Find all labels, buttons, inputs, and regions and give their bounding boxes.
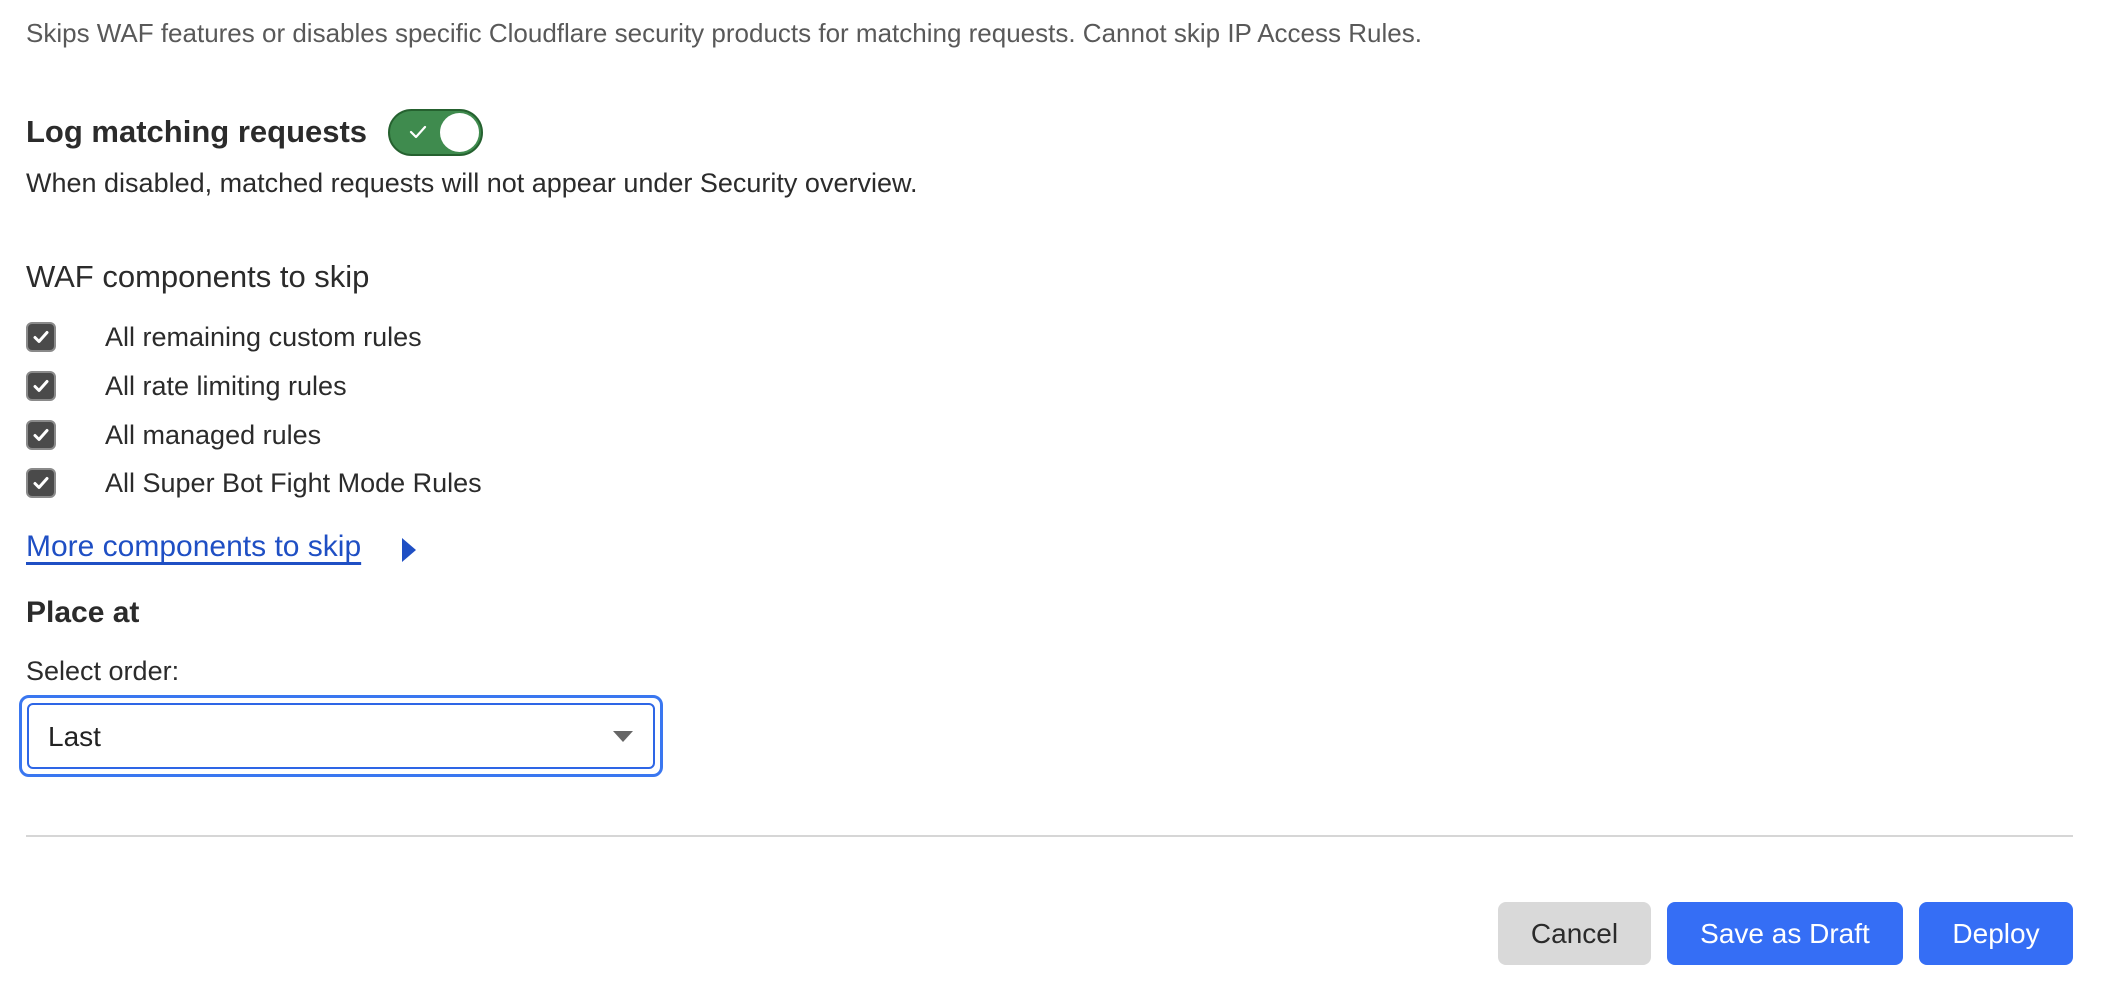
waf-item-super-bot-fight[interactable]: All Super Bot Fight Mode Rules [26, 466, 482, 500]
checkbox-label: All rate limiting rules [105, 370, 347, 401]
waf-item-managed-rules[interactable]: All managed rules [26, 418, 321, 452]
cancel-button[interactable]: Cancel [1498, 902, 1651, 965]
log-matching-toggle[interactable] [388, 109, 483, 156]
place-at-title: Place at [26, 596, 140, 629]
chevron-down-icon [613, 731, 633, 742]
checkbox[interactable] [26, 371, 56, 401]
check-icon [33, 331, 49, 343]
caret-right-icon[interactable] [401, 537, 417, 563]
order-select-value: Last [48, 721, 101, 752]
checkbox[interactable] [26, 322, 56, 352]
checkbox-label: All remaining custom rules [105, 321, 422, 352]
order-select[interactable]: Last [27, 703, 655, 769]
waf-components-title: WAF components to skip [26, 259, 370, 294]
checkbox[interactable] [26, 420, 56, 450]
check-icon [33, 429, 49, 441]
checkbox[interactable] [26, 468, 56, 498]
waf-item-custom-rules[interactable]: All remaining custom rules [26, 320, 422, 354]
toggle-knob [440, 113, 479, 152]
deploy-button[interactable]: Deploy [1919, 902, 2073, 965]
check-icon [33, 477, 49, 489]
checkbox-label: All Super Bot Fight Mode Rules [105, 467, 482, 498]
divider [26, 835, 2073, 837]
check-icon [33, 380, 49, 392]
action-description: Skips WAF features or disables specific … [26, 18, 1422, 48]
save-as-draft-button[interactable]: Save as Draft [1667, 902, 1903, 965]
checkbox-label: All managed rules [105, 419, 322, 450]
check-icon [409, 125, 427, 139]
log-matching-title: Log matching requests [26, 114, 368, 149]
more-components-link[interactable]: More components to skip [26, 530, 361, 564]
log-matching-help: When disabled, matched requests will not… [26, 168, 918, 198]
waf-item-rate-limiting[interactable]: All rate limiting rules [26, 369, 347, 403]
select-order-label: Select order: [26, 656, 180, 686]
